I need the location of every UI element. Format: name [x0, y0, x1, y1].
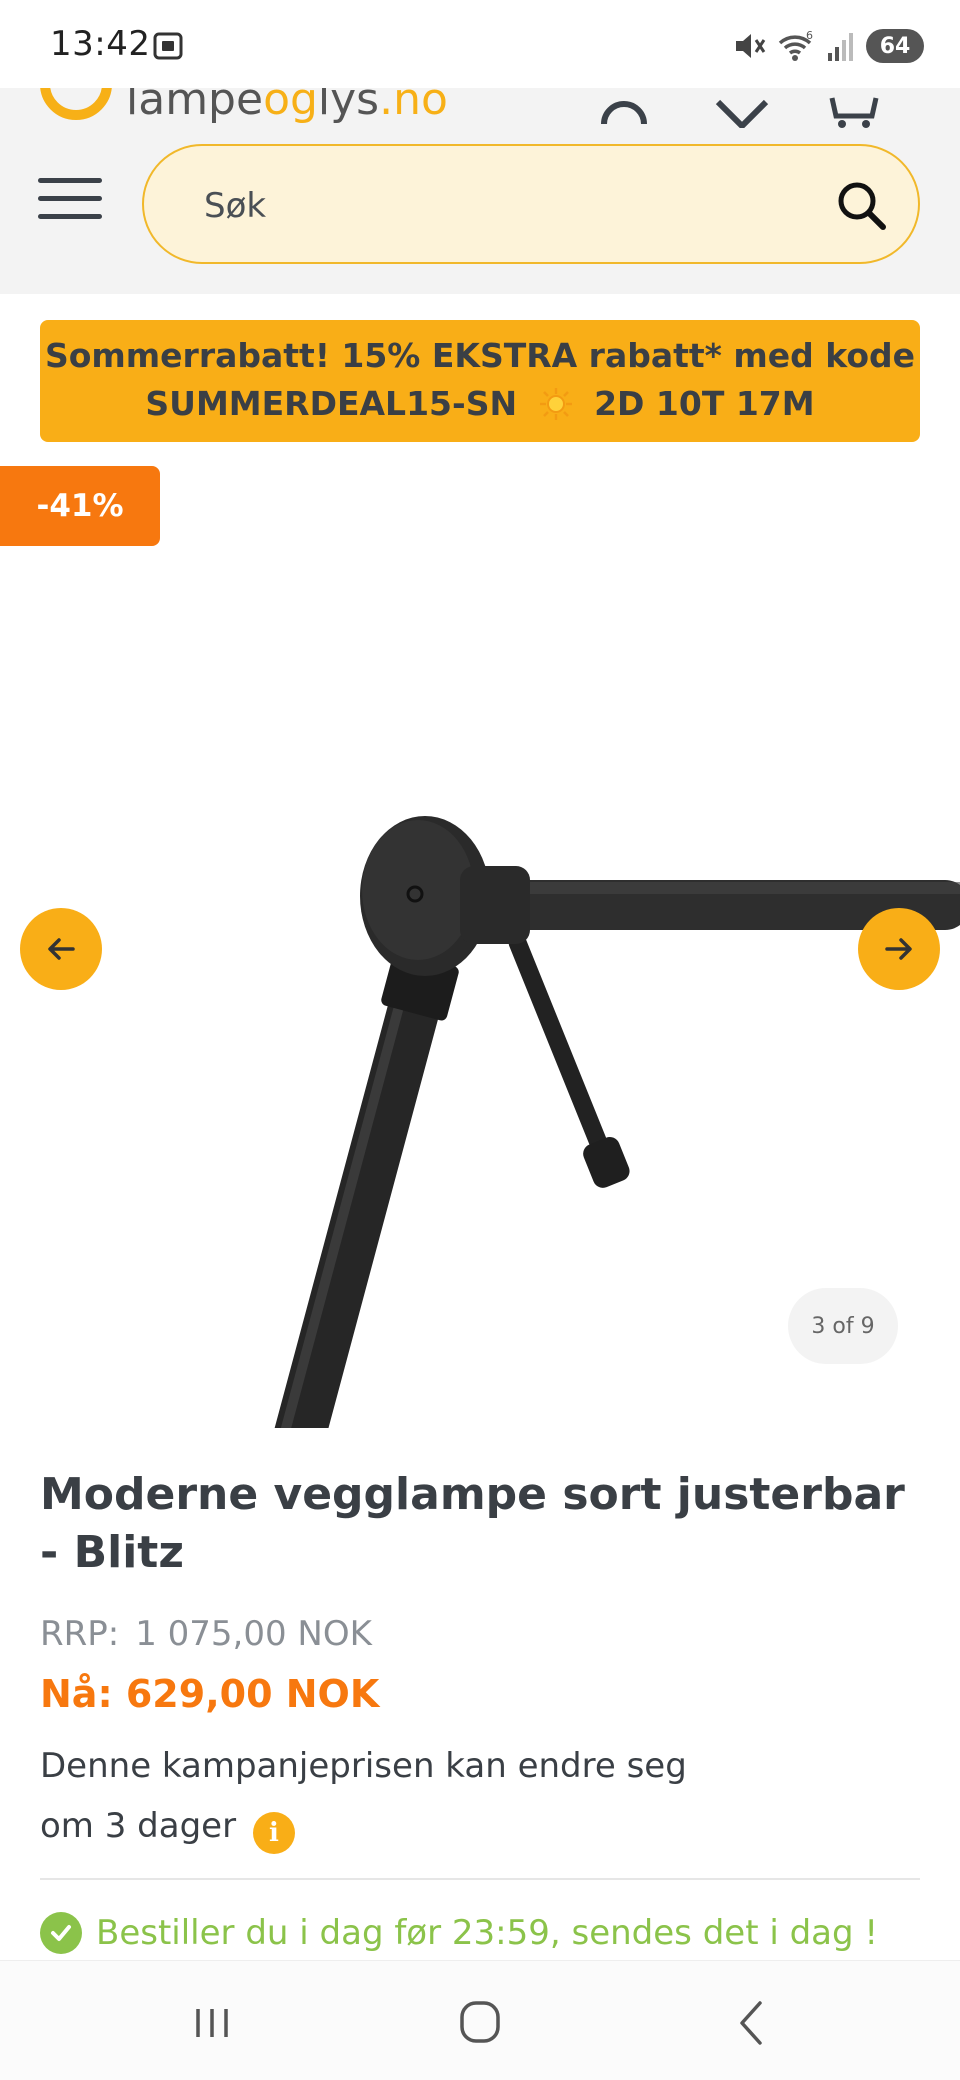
search-icon[interactable] [834, 178, 888, 232]
rrp-label: RRP: [40, 1614, 120, 1654]
heart-icon[interactable] [712, 88, 772, 128]
promo-banner[interactable]: Sommerrabatt! 15% EKSTRA rabatt* med kod… [40, 320, 920, 442]
logo-mark [40, 88, 112, 120]
product-title: Moderne vegglampe sort justerbar - Blitz [40, 1469, 905, 1578]
rrp-price: RRP: 1 075,00 NOK [40, 1614, 372, 1654]
site-logo[interactable]: lampeoglys.no [40, 88, 448, 125]
arrow-right-icon [885, 938, 912, 960]
promo-line-2: SUMMERDEAL15-SN 2D 10T 17M [40, 380, 920, 428]
signal-icon [828, 33, 853, 61]
system-nav-bar [0, 1960, 960, 2080]
screenshot-icon [153, 32, 183, 60]
gallery-next-button[interactable] [858, 908, 940, 990]
arrow-left-icon [48, 938, 75, 960]
campaign-line-2: om 3 dager i [40, 1796, 900, 1856]
home-icon[interactable] [450, 1995, 510, 2051]
rrp-value: 1 075,00 NOK [135, 1614, 372, 1654]
product-image [265, 816, 960, 1428]
wifi-icon: 6 [778, 29, 813, 61]
search-placeholder: Søk [204, 186, 267, 226]
gallery-prev-button[interactable] [20, 908, 102, 990]
info-icon[interactable]: i [252, 1812, 295, 1854]
current-price: Nå: 629,00 NOK [40, 1672, 380, 1716]
battery-icon: 64 [866, 29, 924, 63]
account-icon[interactable] [594, 88, 654, 128]
promo-countdown: 2D 10T 17M [594, 384, 815, 423]
sun-icon [539, 388, 572, 420]
promo-line-1: Sommerrabatt! 15% EKSTRA rabatt* med kod… [44, 336, 916, 375]
product-gallery[interactable]: -41% 3 of 9 [0, 466, 960, 1428]
mute-icon [736, 34, 766, 58]
campaign-notice: Denne kampanjeprisen kan endre seg om 3 … [40, 1736, 900, 1856]
recent-apps-icon[interactable] [182, 1995, 242, 2051]
discount-badge: -41% [0, 466, 160, 546]
logo-text: lampeoglys.no [126, 88, 448, 125]
check-icon [40, 1912, 82, 1954]
search-input[interactable]: Søk [142, 144, 920, 264]
image-counter: 3 of 9 [788, 1288, 898, 1364]
divider [40, 1878, 920, 1880]
svg-text:6: 6 [806, 29, 813, 42]
shipping-notice: Bestiller du i dag før 23:59, sendes det… [40, 1908, 878, 1958]
cart-icon[interactable] [824, 88, 884, 128]
site-header: lampeoglys.no Søk [0, 88, 960, 294]
shipping-text: Bestiller du i dag før 23:59, sendes det… [96, 1913, 879, 1953]
menu-button[interactable] [38, 178, 102, 226]
status-bar: 13:42 6 64 [0, 0, 960, 88]
back-icon[interactable] [722, 1995, 782, 2051]
campaign-line-1: Denne kampanjeprisen kan endre seg [40, 1746, 687, 1786]
promo-code: SUMMERDEAL15-SN [145, 384, 518, 423]
status-icons: 6 64 [732, 26, 924, 66]
status-time: 13:42 [50, 24, 151, 64]
